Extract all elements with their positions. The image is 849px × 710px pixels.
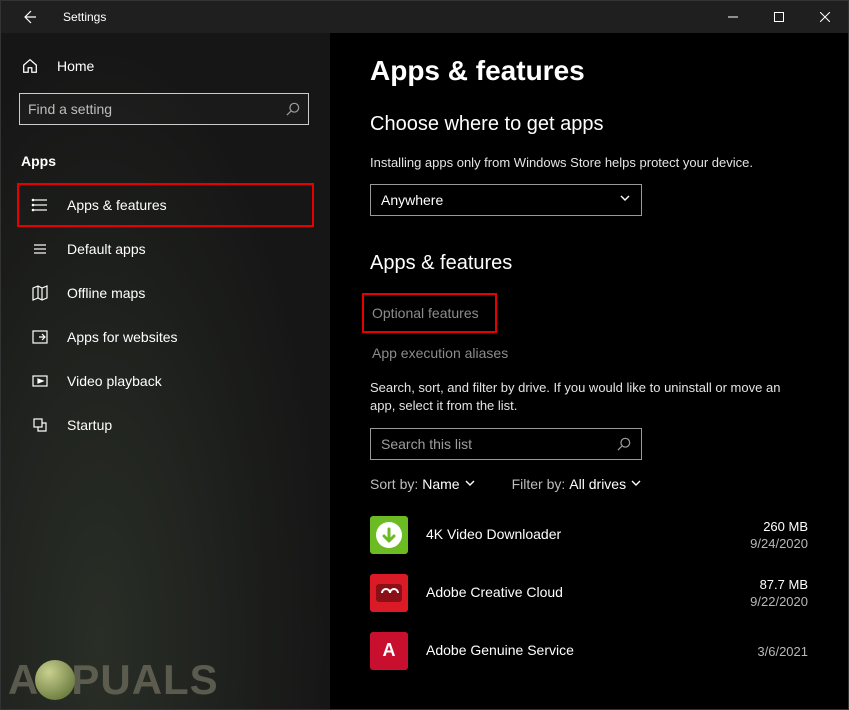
filter-label: Filter by: (512, 476, 566, 492)
page-title: Apps & features (370, 55, 808, 87)
home-nav[interactable]: Home (19, 51, 312, 93)
app-name: Adobe Genuine Service (426, 641, 718, 659)
app-name: Adobe Creative Cloud (426, 583, 718, 601)
sidebar: Home Apps Apps & features (1, 33, 330, 709)
app-list-search-input[interactable] (381, 436, 617, 452)
sidebar-item-label: Apps for websites (67, 329, 178, 345)
maximize-button[interactable] (756, 1, 802, 33)
close-button[interactable] (802, 1, 848, 33)
chevron-down-icon (619, 191, 631, 209)
startup-icon (31, 416, 49, 434)
sidebar-item-apps-websites[interactable]: Apps for websites (19, 315, 312, 359)
sidebar-nav: Apps & features Default apps Offline map… (19, 183, 312, 447)
titlebar: Settings (1, 1, 848, 33)
settings-search[interactable] (19, 93, 309, 125)
sidebar-item-label: Startup (67, 417, 112, 433)
main-content: Apps & features Choose where to get apps… (330, 33, 848, 709)
window-title: Settings (63, 10, 106, 24)
minimize-button[interactable] (710, 1, 756, 33)
sidebar-item-label: Apps & features (67, 197, 167, 213)
apps-features-icon (31, 196, 49, 214)
app-icon: A (370, 632, 408, 670)
sort-label: Sort by: (370, 476, 418, 492)
search-icon (617, 437, 631, 451)
app-date: 9/24/2020 (750, 536, 808, 551)
sidebar-item-label: Default apps (67, 241, 146, 257)
chevron-down-icon (464, 476, 476, 492)
optional-features-link[interactable]: Optional features (362, 293, 497, 333)
sidebar-item-offline-maps[interactable]: Offline maps (19, 271, 312, 315)
app-row[interactable]: Adobe Creative Cloud 87.7 MB 9/22/2020 (370, 564, 808, 622)
settings-search-input[interactable] (28, 101, 286, 117)
app-list-desc: Search, sort, and filter by drive. If yo… (370, 379, 808, 415)
sidebar-item-default-apps[interactable]: Default apps (19, 227, 312, 271)
sidebar-item-startup[interactable]: Startup (19, 403, 312, 447)
app-size: 87.7 MB (760, 577, 808, 592)
app-row[interactable]: A Adobe Genuine Service 3/6/2021 (370, 622, 808, 680)
chevron-down-icon (630, 476, 642, 492)
app-source-value: Anywhere (381, 192, 443, 208)
app-size: 260 MB (763, 519, 808, 534)
choose-where-desc: Installing apps only from Windows Store … (370, 154, 808, 172)
choose-where-title: Choose where to get apps (370, 113, 808, 136)
default-apps-icon (31, 240, 49, 258)
app-icon (370, 574, 408, 612)
app-date: 3/6/2021 (757, 644, 808, 659)
search-icon (286, 102, 300, 116)
app-source-select[interactable]: Anywhere (370, 184, 642, 216)
app-row[interactable]: 4K Video Downloader 260 MB 9/24/2020 (370, 506, 808, 564)
offline-maps-icon (31, 284, 49, 302)
filter-by-control[interactable]: Filter by: All drives (512, 476, 642, 492)
installed-apps-list: 4K Video Downloader 260 MB 9/24/2020 Ado… (370, 506, 808, 680)
sidebar-item-video-playback[interactable]: Video playback (19, 359, 312, 403)
apps-features-section-title: Apps & features (370, 252, 808, 275)
sort-value: Name (422, 476, 459, 492)
sidebar-section-label: Apps (19, 153, 312, 169)
apps-websites-icon (31, 328, 49, 346)
app-execution-aliases-link[interactable]: App execution aliases (370, 339, 808, 367)
sort-by-control[interactable]: Sort by: Name (370, 476, 476, 492)
video-playback-icon (31, 372, 49, 390)
sidebar-item-label: Video playback (67, 373, 162, 389)
app-name: 4K Video Downloader (426, 525, 718, 543)
back-button[interactable] (19, 7, 39, 27)
home-label: Home (57, 58, 94, 74)
home-icon (21, 57, 39, 75)
app-date: 9/22/2020 (750, 594, 808, 609)
filter-value: All drives (569, 476, 626, 492)
sidebar-item-apps-features[interactable]: Apps & features (17, 183, 314, 227)
app-icon (370, 516, 408, 554)
sidebar-item-label: Offline maps (67, 285, 145, 301)
app-list-search[interactable] (370, 428, 642, 460)
